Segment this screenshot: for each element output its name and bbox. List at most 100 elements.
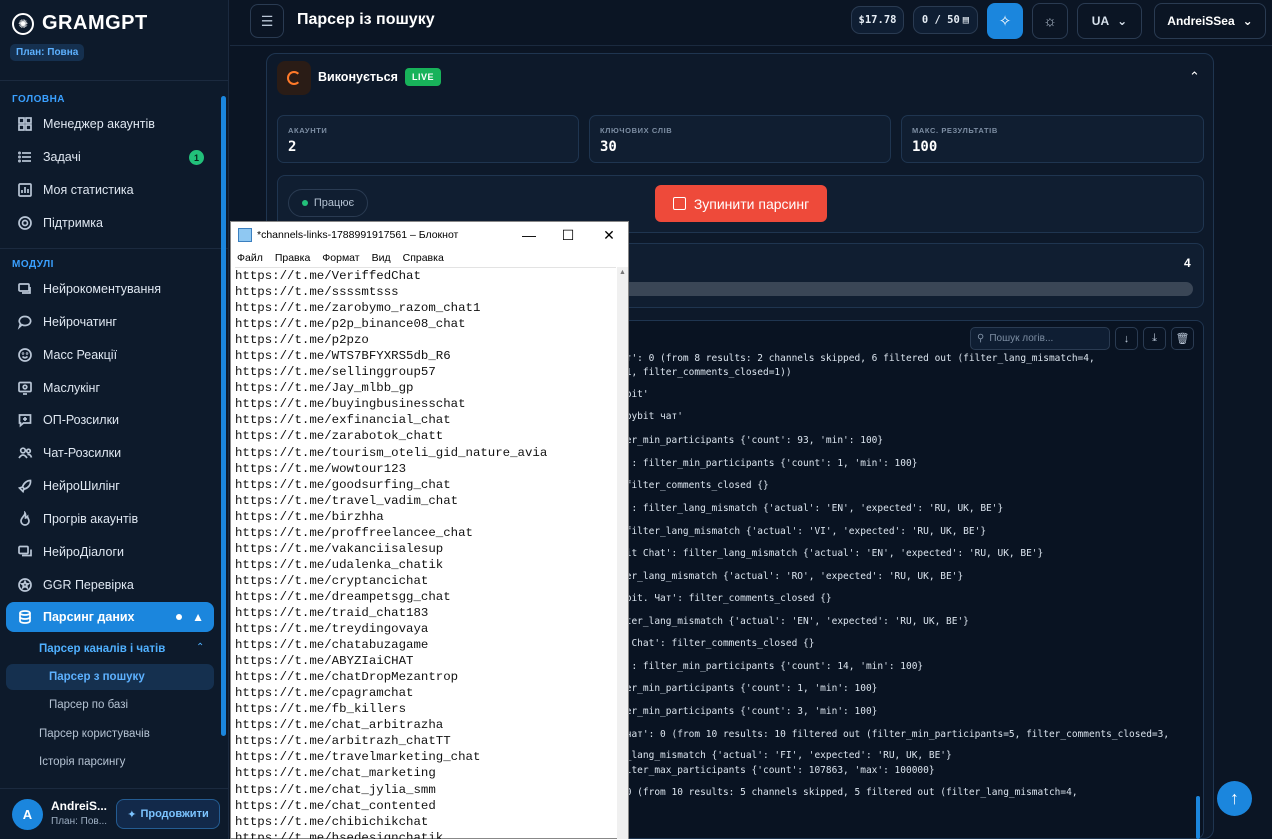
sidebar-item-neurochat[interactable]: Нейрочатинг: [6, 307, 214, 337]
log-line: 0 (from 10 results: 5 channels skipped, …: [620, 787, 1078, 798]
sidebar-item-tasks[interactable]: Задачі 1: [6, 142, 214, 172]
notepad-line: https://t.me/proffreelancee_chat: [235, 525, 473, 540]
notepad-scrollbar[interactable]: ▲: [617, 267, 628, 839]
sidebar-item-parsing-history[interactable]: Історія парсингу: [39, 756, 125, 768]
section-title-main: ГОЛОВНА: [12, 94, 66, 105]
download-logs-button[interactable]: ⤓: [1143, 327, 1166, 350]
notepad-line: https://t.me/dreampetsgg_chat: [235, 589, 451, 604]
sidebar-subitem-search-parser[interactable]: Парсер з пошуку: [6, 664, 214, 690]
notepad-titlebar[interactable]: *channels-links-1788991917561 – Блокнот …: [231, 222, 628, 248]
sidebar: ✺ GRAMGPT План: Повна ГОЛОВНА Менеджер а…: [0, 0, 229, 839]
quota-badge[interactable]: 0 / 50 ▤: [913, 6, 978, 34]
balance-badge[interactable]: $17.78: [851, 6, 904, 34]
ai-sparkle-button[interactable]: ✧: [987, 3, 1023, 39]
log-line: ilter_max_participants {'count': 107863,…: [620, 765, 935, 776]
sidebar-item-masslooking[interactable]: Маслукінг: [6, 373, 214, 403]
database-icon: [16, 609, 33, 626]
arrow-down-icon: ↓: [1123, 332, 1130, 345]
user-menu-button[interactable]: AndreiSSea ⌄: [1154, 3, 1266, 39]
notepad-line: https://t.me/ssssmtsss: [235, 285, 399, 300]
scroll-to-top-button[interactable]: ↑: [1217, 781, 1252, 816]
progress-count: 4: [1184, 256, 1191, 270]
continue-button[interactable]: ✦ Продовжити: [116, 799, 220, 829]
sidebar-subitem-base-parser[interactable]: Парсер по базі: [49, 699, 128, 711]
brand[interactable]: ✺ GRAMGPT: [12, 12, 148, 35]
sidebar-item-account-warmup[interactable]: Прогрів акаунтів: [6, 504, 214, 534]
star-badge-icon: [16, 577, 33, 594]
user-name: AndreiS...: [51, 799, 108, 813]
section-title-modules: МОДУЛІ: [12, 259, 54, 270]
minimize-button[interactable]: —: [514, 225, 544, 245]
notepad-line: https://t.me/zarabotok_chatt: [235, 429, 444, 444]
message-plus-icon: [16, 412, 33, 429]
log-search-input[interactable]: ⚲ Пошук логів...: [970, 327, 1110, 350]
chevron-down-icon: ⌄: [1242, 14, 1253, 28]
sidebar-item-op-mailing[interactable]: ОП-Розсилки: [6, 405, 214, 435]
stat-value: 30: [600, 139, 617, 155]
stat-accounts: АКАУНТИ 2: [277, 115, 579, 163]
status-dot: [301, 200, 308, 206]
maximize-button[interactable]: ☐: [553, 225, 583, 245]
users-icon: [16, 445, 33, 462]
divider: [0, 248, 229, 249]
log-line: ter_lang_mismatch {'actual': 'RO', 'expe…: [620, 571, 964, 582]
chevron-up-icon[interactable]: ▲: [192, 610, 204, 624]
sidebar-item-label: Задачі: [43, 150, 81, 164]
scroll-down-button[interactable]: ↓: [1115, 327, 1138, 350]
avatar[interactable]: A: [12, 799, 43, 830]
notepad-text-area[interactable]: https://t.me/VeriffedChat https://t.me/ss…: [235, 267, 616, 839]
sidebar-item-support[interactable]: Підтримка: [6, 208, 214, 238]
chart-icon: [16, 182, 33, 199]
menu-format[interactable]: Формат: [322, 249, 359, 267]
menu-file[interactable]: Файл: [237, 249, 263, 267]
menu-edit[interactable]: Правка: [275, 249, 310, 267]
close-button[interactable]: ✕: [594, 225, 624, 245]
sidebar-item-statistics[interactable]: Моя статистика: [6, 175, 214, 205]
stop-parsing-button[interactable]: Зупинити парсинг: [655, 185, 827, 222]
log-line: r_lang_mismatch {'actual': 'FI', 'expect…: [620, 750, 952, 761]
notepad-line: https://t.me/p2p_binance08_chat: [235, 317, 466, 332]
sun-icon: ☼: [1043, 12, 1057, 30]
chevron-up-icon[interactable]: ⌃: [196, 642, 204, 653]
notepad-line: https://t.me/buyingbusinesschat: [235, 397, 466, 412]
sidebar-item-label: GGR Перевірка: [43, 578, 134, 592]
chevron-up-icon[interactable]: ⌃: [1189, 69, 1200, 85]
scroll-up-arrow-icon[interactable]: ▲: [617, 269, 628, 276]
sidebar-item-label: Парсинг даних: [43, 610, 135, 624]
language-selector[interactable]: UA ⌄: [1077, 3, 1142, 39]
clear-logs-button[interactable]: 🗑: [1171, 327, 1194, 350]
brand-name: GRAMGPT: [42, 12, 148, 34]
notepad-line: https://t.me/Jay_mlbb_gp: [235, 381, 414, 396]
log-line: ter_min_participants {'count': 1, 'min':…: [620, 683, 878, 694]
notepad-line: https://t.me/birzhha: [235, 509, 384, 524]
log-line: ter_min_participants {'count': 3, 'min':…: [620, 706, 878, 717]
sidebar-item-account-manager[interactable]: Менеджер акаунтів: [6, 109, 214, 139]
sidebar-item-label: ОП-Розсилки: [43, 413, 120, 427]
sidebar-item-data-parsing[interactable]: Парсинг даних ▲: [6, 602, 214, 632]
top-bar: ☰ Парсер із пошуку $17.78 0 / 50 ▤ ✧ ☼ U…: [230, 0, 1272, 46]
log-scrollbar[interactable]: [1196, 796, 1200, 839]
stat-max-results: МАКС. РЕЗУЛЬТАТІВ 100: [901, 115, 1204, 163]
menu-view[interactable]: Вид: [372, 249, 391, 267]
notepad-line: https://t.me/exfinancial_chat: [235, 413, 451, 428]
sidebar-item-label: НейроШилінг: [43, 479, 120, 493]
sidebar-scrollbar[interactable]: [221, 96, 226, 736]
sidebar-item-chat-mailing[interactable]: Чат-Розсилки: [6, 438, 214, 468]
theme-toggle-button[interactable]: ☼: [1032, 3, 1068, 39]
sidebar-item-label: Моя статистика: [43, 183, 134, 197]
menu-toggle-button[interactable]: ☰: [250, 4, 284, 38]
user-plan: План: Пов...: [51, 816, 108, 827]
sidebar-subgroup-channels-parser[interactable]: Парсер каналів і чатів: [39, 643, 165, 655]
notepad-line: https://t.me/WTS7BFYXRS5db_R6: [235, 349, 451, 364]
sidebar-item-label: Маслукінг: [43, 381, 101, 395]
sidebar-item-ggr-check[interactable]: GGR Перевірка: [6, 570, 214, 600]
notepad-line: https://t.me/chat_jylia_smm: [235, 782, 436, 797]
menu-help[interactable]: Справка: [403, 249, 444, 267]
log-line: ybit. Чат': filter_comments_closed {}: [620, 593, 832, 604]
sidebar-item-user-parser[interactable]: Парсер користувачів: [39, 728, 150, 740]
sidebar-item-neuroshilling[interactable]: НейроШилінг: [6, 471, 214, 501]
sidebar-item-neurodialogs[interactable]: НейроДіалоги: [6, 537, 214, 567]
sidebar-item-mass-reactions[interactable]: Масс Реакції: [6, 340, 214, 370]
sidebar-item-neurocomments[interactable]: Нейрокоментування: [6, 274, 214, 304]
divider: [0, 80, 229, 81]
